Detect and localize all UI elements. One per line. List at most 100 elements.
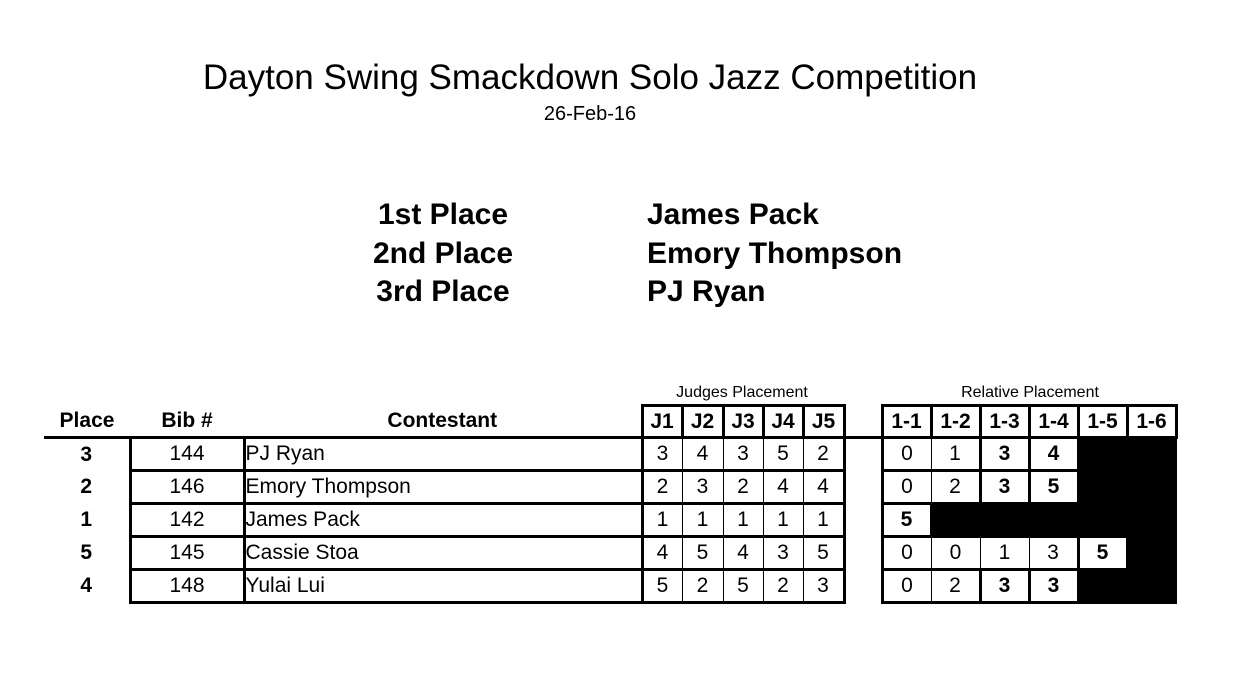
- judge-score-cell: 1: [802, 503, 846, 538]
- table-row: 4 148 Yulai Lui 5 2 5 2 3 0 2 3 3: [44, 568, 1177, 604]
- contestant-cell: Yulai Lui: [244, 569, 644, 604]
- filled-cell: [1077, 437, 1128, 472]
- place-cell: 5: [80, 541, 93, 564]
- judge-score-cell: 1: [722, 503, 764, 538]
- filled-cell: [1126, 536, 1177, 571]
- winner-row-2nd: 2nd Place Emory Thompson: [0, 237, 1234, 273]
- contestant-cell: Cassie Stoa: [244, 536, 644, 571]
- relative-cell: 0: [880, 569, 932, 604]
- filled-cell: [1077, 569, 1128, 604]
- judge-score-cell: 2: [681, 569, 724, 604]
- judge-score-cell: 4: [641, 536, 683, 571]
- judge-score-cell: 3: [641, 437, 683, 472]
- judge-score-cell: 5: [722, 569, 764, 604]
- judge-score-cell: 5: [762, 437, 804, 472]
- judge-score-cell: 3: [722, 437, 764, 472]
- header-relative: 1-4: [1027, 404, 1080, 439]
- contestant-cell: PJ Ryan: [244, 437, 644, 472]
- place-cell: 4: [80, 574, 93, 597]
- header-bib: Bib #: [130, 405, 244, 439]
- column-gap: [844, 438, 882, 471]
- header-relative: 1-5: [1076, 404, 1129, 439]
- column-gap: [844, 471, 882, 504]
- header-judge: J3: [721, 404, 765, 439]
- filled-cell: [979, 503, 1030, 538]
- relative-cell: 3: [978, 568, 1031, 604]
- relative-cell: 0: [880, 470, 932, 505]
- header-contestant: Contestant: [244, 405, 642, 439]
- judge-score-cell: 5: [681, 536, 724, 571]
- page-title: Dayton Swing Smackdown Solo Jazz Competi…: [202, 58, 978, 97]
- contestant-cell: Emory Thompson: [244, 470, 644, 505]
- judge-score-cell: 2: [722, 470, 764, 505]
- judges-placement-header: Judges Placement: [676, 384, 808, 401]
- winner-label: 2nd Place: [372, 237, 514, 270]
- relative-cell: 3: [1028, 536, 1079, 571]
- table-row: 5 145 Cassie Stoa 4 5 4 3 5 0 0 1 3 5: [44, 535, 1177, 571]
- filled-cell: [930, 503, 981, 538]
- table-row: 3 144 PJ Ryan 3 4 3 5 2 0 1 3 4: [44, 436, 1177, 472]
- header-place: Place: [44, 405, 130, 439]
- judge-score-cell: 3: [762, 536, 804, 571]
- winner-row-1st: 1st Place James Pack: [0, 198, 1234, 234]
- contestant-cell: James Pack: [244, 503, 644, 538]
- bib-cell: 144: [128, 437, 246, 472]
- bib-cell: 146: [128, 470, 246, 505]
- relative-cell: 2: [930, 569, 981, 604]
- judge-score-cell: 2: [802, 437, 846, 472]
- judge-score-cell: 1: [762, 503, 804, 538]
- header-relative: 1-1: [880, 404, 933, 439]
- filled-cell: [1077, 470, 1128, 505]
- bib-cell: 142: [128, 503, 246, 538]
- column-gap: [844, 570, 882, 603]
- relative-cell: 1: [930, 437, 981, 472]
- relative-cell: 0: [880, 536, 932, 571]
- results-table: Place Bib # Contestant J1 J2 J3 J4 J5 1-…: [44, 404, 1178, 604]
- filled-cell: [1126, 503, 1177, 538]
- header-judge: J1: [640, 404, 684, 439]
- judge-score-cell: 4: [722, 536, 764, 571]
- column-gap: [844, 405, 882, 439]
- relative-cell: 3: [1027, 568, 1080, 604]
- relative-cell: 4: [1027, 436, 1080, 472]
- winner-name: Emory Thompson: [647, 237, 903, 270]
- relative-cell: 5: [1027, 469, 1080, 505]
- judge-score-cell: 2: [762, 569, 804, 604]
- table-row: 2 146 Emory Thompson 2 3 2 4 4 0 2 3 5: [44, 469, 1177, 505]
- place-cell: 3: [80, 442, 93, 466]
- filled-cell: [1028, 503, 1079, 538]
- relative-cell: 0: [930, 536, 981, 571]
- filled-cell: [1126, 470, 1177, 505]
- place-cell: 2: [80, 475, 93, 498]
- winner-name: James Pack: [647, 198, 819, 231]
- filled-cell: [1077, 503, 1128, 538]
- winner-row-3rd: 3rd Place PJ Ryan: [0, 275, 1234, 311]
- judge-score-cell: 4: [762, 470, 804, 505]
- relative-cell: 3: [978, 469, 1031, 505]
- table-header-row: Place Bib # Contestant J1 J2 J3 J4 J5 1-…: [44, 404, 1178, 439]
- judge-score-cell: 3: [681, 470, 724, 505]
- judge-score-cell: 1: [681, 503, 724, 538]
- place-cell: 1: [80, 508, 93, 531]
- filled-cell: [1126, 437, 1177, 472]
- relative-cell: 0: [880, 437, 932, 472]
- relative-cell: 3: [978, 436, 1031, 472]
- judge-score-cell: 5: [802, 536, 846, 571]
- filled-cell: [1126, 569, 1177, 604]
- judge-score-cell: 3: [802, 569, 846, 604]
- judge-score-cell: 4: [681, 437, 724, 472]
- event-date: 26-Feb-16: [543, 103, 637, 125]
- relative-cell: 2: [930, 470, 981, 505]
- relative-cell: 1: [979, 536, 1030, 571]
- header-judge: J4: [761, 404, 805, 439]
- judge-score-cell: 2: [641, 470, 683, 505]
- bib-cell: 148: [128, 569, 246, 604]
- column-gap: [844, 504, 882, 537]
- relative-placement-header: Relative Placement: [961, 384, 1099, 401]
- judge-score-cell: 4: [802, 470, 846, 505]
- bib-cell: 145: [128, 536, 246, 571]
- relative-cell: 5: [880, 502, 933, 538]
- judge-score-cell: 1: [641, 503, 683, 538]
- judge-score-cell: 5: [641, 569, 683, 604]
- header-relative: 1-3: [978, 404, 1031, 439]
